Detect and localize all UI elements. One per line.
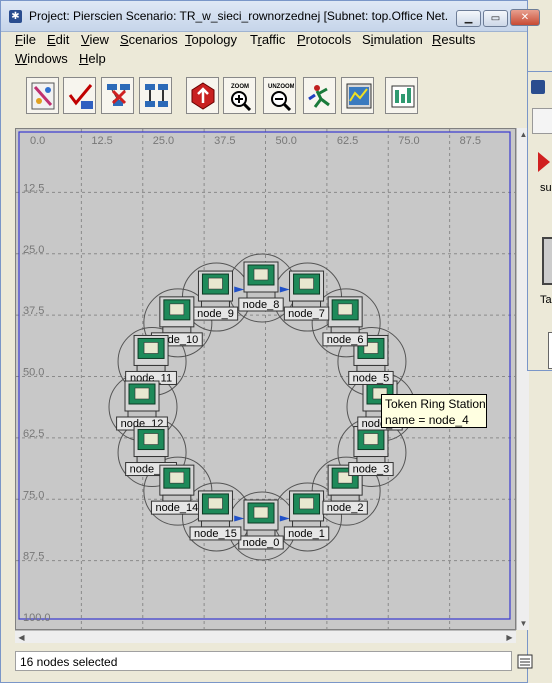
menu-edit[interactable]: Edit [47,32,69,47]
menu-view[interactable]: View [81,32,109,47]
object-palette-button[interactable] [26,77,59,114]
menu-simulation[interactable]: Simulation [362,32,423,47]
y-axis-label: 87.5 [23,551,44,563]
token-ring-station[interactable]: node_7 [283,270,330,321]
minimize-button[interactable]: ▁ [456,10,481,27]
y-axis-label: 100.0 [23,612,51,624]
tooltip-type: Token Ring Station [385,397,486,411]
y-axis-label: 25.0 [23,244,44,256]
recover-node-icon [145,84,168,107]
scroll-down-icon[interactable]: ▼ [517,617,530,630]
scroll-right-icon[interactable]: ▶ [503,631,516,644]
status-bar: 16 nodes selected [15,651,512,671]
window-title: Project: Pierscien Scenario: TR_w_sieci_… [29,9,449,23]
message-log-icon[interactable] [516,653,534,670]
view-results-button[interactable] [341,77,374,114]
menu-scenarios[interactable]: Scenarios [120,32,178,47]
zoom-in-icon: ZOOM [231,84,252,111]
zoom-button[interactable]: ZOOM [223,77,256,114]
station-label: node_9 [197,308,234,320]
menu-traffic[interactable]: Traffic [250,32,285,47]
x-axis-label: 12.5 [91,135,112,147]
parent-subnet-icon [191,82,215,110]
scroll-left-icon[interactable]: ◀ [15,631,28,644]
return-to-parent-button[interactable] [186,77,219,114]
y-axis-label: 62.5 [23,428,44,440]
results-icon [346,83,372,109]
palette-item-label-2: Ta [540,294,552,306]
menu-help[interactable]: Help [79,51,106,66]
status-text: 16 nodes selected [20,655,118,669]
close-button[interactable]: ✕ [510,9,540,26]
token-ring-station[interactable]: node_1 [283,490,330,541]
svg-text:UNZOOM: UNZOOM [268,84,294,90]
x-axis-label: 75.0 [398,135,419,147]
y-axis-label: 50.0 [23,367,44,379]
node-tooltip: Token Ring Station name = node_4 [381,394,487,428]
fail-node-icon [107,84,130,106]
workspace-canvas[interactable]: 0.0 12.5 25.0 37.5 50.0 62.5 75.0 87.5 12.5 25.0 3… [15,128,516,630]
palette-app-icon [531,80,545,94]
x-axis-label: 87.5 [460,135,481,147]
zoom-out-icon: UNZOOM [268,84,294,111]
horizontal-scrollbar[interactable]: ◀ ▶ [15,630,516,643]
menu-protocols[interactable]: Protocols [297,32,351,47]
menu-file[interactable]: File [15,32,36,47]
y-axis-label: 75.0 [23,489,44,501]
station-label: node_6 [327,334,364,346]
tooltip-name: name = node_4 [385,413,469,427]
menu-topology[interactable]: Topology [185,32,237,47]
verify-links-button[interactable] [63,77,96,114]
station-label: node_8 [243,299,280,311]
station-label: node_0 [243,537,280,549]
palette-search-field[interactable] [532,108,552,134]
title-bar: ✱ Project: Pierscien Scenario: TR_w_siec… [1,1,527,32]
svg-text:ZOOM: ZOOM [231,84,249,90]
unzoom-button[interactable]: UNZOOM [263,77,296,114]
stop-icon [538,152,550,172]
station-label: node_15 [194,528,237,540]
menu-windows[interactable]: Windows [15,51,68,66]
configure-simulation-button[interactable] [303,77,336,114]
main-window: ✱ Project: Pierscien Scenario: TR_w_siec… [0,0,533,683]
token-ring-station[interactable]: node_6 [322,296,368,347]
token-ring-station[interactable]: node_8 [238,261,284,312]
station-label: node_14 [155,502,198,514]
token-ring-station[interactable]: node_0 [238,499,284,550]
palette-item-label: su [540,182,552,194]
station-label: node_7 [288,308,325,320]
web-report-icon [391,85,415,108]
check-links-icon [68,84,93,109]
run-simulation-icon [308,85,330,108]
x-axis-label: 50.0 [276,135,297,147]
fail-nodes-button[interactable] [101,77,134,114]
object-palette-window: su Ta [527,71,552,371]
y-axis-label: 37.5 [23,305,44,317]
x-axis-label: 0.0 [30,135,45,147]
palette-device-icon[interactable] [542,237,552,285]
network-diagram[interactable]: 0.0 12.5 25.0 37.5 50.0 62.5 75.0 87.5 12.5 25.0 3… [16,129,515,629]
recover-nodes-button[interactable] [139,77,172,114]
x-axis-label: 25.0 [153,135,174,147]
token-ring-station[interactable]: node_9 [192,270,239,321]
app-icon: ✱ [9,10,22,23]
token-ring-station[interactable]: node_3 [348,426,394,477]
web-report-button[interactable] [385,77,418,114]
menu-bar: File Edit View Scenarios Topology Traffic Prot… [1,30,527,70]
station-label: node_2 [327,502,364,514]
x-axis-label: 62.5 [337,135,358,147]
palette-scroll-button[interactable] [548,332,552,369]
station-label: node_5 [353,372,390,384]
station-label: node_1 [288,528,325,540]
palette-icon [31,82,55,110]
station-label: node_3 [353,464,390,476]
maximize-button[interactable]: ▭ [483,10,508,27]
x-axis-label: 37.5 [214,135,235,147]
menu-results[interactable]: Results [432,32,475,47]
y-axis-label: 12.5 [23,182,44,194]
